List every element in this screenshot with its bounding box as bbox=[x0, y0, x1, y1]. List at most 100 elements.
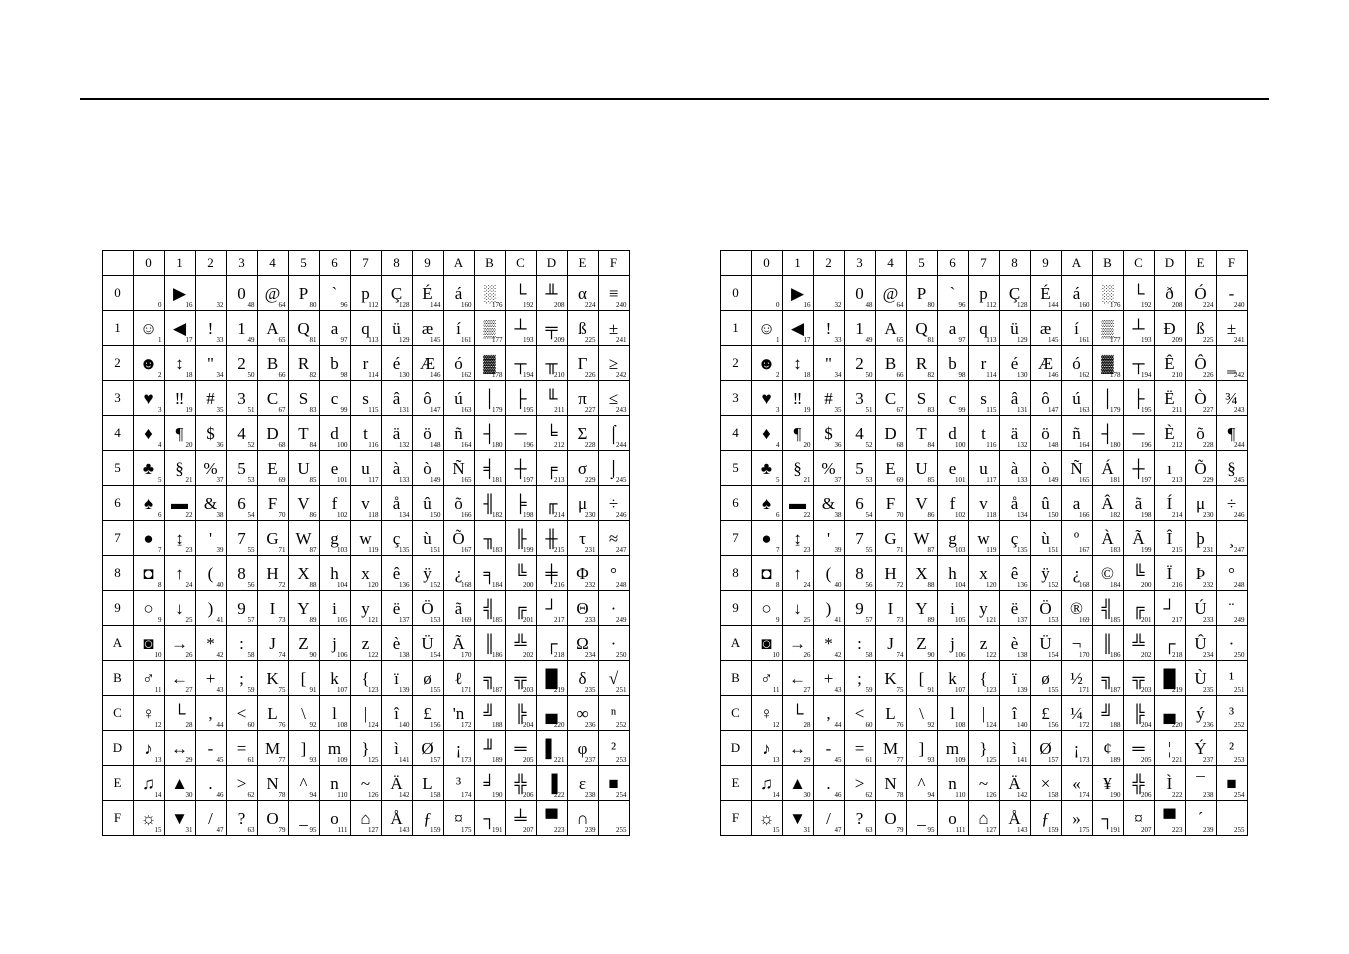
codepoint-cell: ¥190 bbox=[1092, 766, 1123, 801]
codepoint-cell: Æ146 bbox=[412, 346, 443, 381]
codepoint-cell: Ø157 bbox=[1030, 731, 1061, 766]
code-number: 140 bbox=[399, 722, 410, 729]
code-number: 179 bbox=[492, 407, 503, 414]
code-number: 8 bbox=[158, 582, 162, 589]
codepoint-cell: é130 bbox=[381, 346, 412, 381]
col-header: D bbox=[1154, 251, 1185, 276]
code-number: 149 bbox=[1048, 477, 1059, 484]
col-header: 8 bbox=[999, 251, 1030, 276]
codepoint-cell: X88 bbox=[288, 556, 319, 591]
codepoint-cell: o111 bbox=[937, 801, 968, 836]
codepoint-cell: Ü154 bbox=[412, 626, 443, 661]
codepoint-cell: 250 bbox=[226, 346, 257, 381]
code-number: 211 bbox=[554, 407, 564, 414]
code-number: 205 bbox=[523, 757, 534, 764]
codepoint-cell: █219 bbox=[1154, 661, 1185, 696]
codepoint-cell: ♥3 bbox=[133, 381, 164, 416]
codepoint-cell: y121 bbox=[968, 591, 999, 626]
codepoint-cell: ‗242 bbox=[1216, 346, 1247, 381]
codepoint-cell: ←27 bbox=[782, 661, 813, 696]
code-number: 138 bbox=[1017, 652, 1028, 659]
codepoint-cell: n110 bbox=[937, 766, 968, 801]
row-header: 1 bbox=[720, 311, 751, 346]
code-number: 252 bbox=[1234, 722, 1245, 729]
code-number: 180 bbox=[492, 442, 503, 449]
codepoint-cell: j106 bbox=[319, 626, 350, 661]
codepage-tables: 0123456789ABCDEF00▶1632048@64P80`96p112Ç… bbox=[0, 250, 1349, 836]
code-number: 44 bbox=[217, 722, 224, 729]
codepoint-cell: é130 bbox=[999, 346, 1030, 381]
code-number: 68 bbox=[279, 442, 286, 449]
codepoint-cell: A65 bbox=[875, 311, 906, 346]
codepoint-cell: ╔201 bbox=[505, 591, 536, 626]
codepoint-cell: ▬22 bbox=[164, 486, 195, 521]
code-number: 29 bbox=[186, 757, 193, 764]
code-number: 141 bbox=[399, 757, 410, 764]
code-number: 140 bbox=[1017, 722, 1028, 729]
code-number: 194 bbox=[1141, 372, 1152, 379]
codepoint-cell: 250 bbox=[844, 346, 875, 381]
code-number: 22 bbox=[804, 512, 811, 519]
codepoint-cell: Ç128 bbox=[381, 276, 412, 311]
code-number: 51 bbox=[866, 407, 873, 414]
code-number: 148 bbox=[430, 442, 441, 449]
code-number: 244 bbox=[1234, 442, 1245, 449]
codepoint-cell: ì141 bbox=[999, 731, 1030, 766]
code-number: 151 bbox=[1048, 547, 1059, 554]
code-number: 191 bbox=[492, 827, 503, 834]
code-number: 104 bbox=[955, 582, 966, 589]
code-number: 159 bbox=[1048, 827, 1059, 834]
code-number: 100 bbox=[337, 442, 348, 449]
code-number: 116 bbox=[986, 442, 996, 449]
row-header: 3 bbox=[720, 381, 751, 416]
codepoint-cell: å134 bbox=[999, 486, 1030, 521]
codepoint-cell: w119 bbox=[968, 521, 999, 556]
codepoint-cell: Ö153 bbox=[412, 591, 443, 626]
codepoint-cell: E69 bbox=[875, 451, 906, 486]
code-number: 10 bbox=[155, 652, 162, 659]
codepoint-cell: ≡240 bbox=[598, 276, 629, 311]
code-number: 46 bbox=[217, 792, 224, 799]
code-number: 176 bbox=[492, 302, 503, 309]
codepoint-cell: ▀223 bbox=[536, 801, 567, 836]
code-number: 33 bbox=[835, 337, 842, 344]
code-number: 143 bbox=[399, 827, 410, 834]
codepoint-cell: ├195 bbox=[505, 381, 536, 416]
code-number: 109 bbox=[337, 757, 348, 764]
codepoint-cell: ¢189 bbox=[1092, 731, 1123, 766]
code-number: 12 bbox=[773, 722, 780, 729]
code-number: 132 bbox=[399, 442, 410, 449]
code-number: 43 bbox=[835, 687, 842, 694]
code-number: 0 bbox=[776, 302, 780, 309]
code-number: 213 bbox=[554, 477, 565, 484]
code-number: 206 bbox=[523, 792, 534, 799]
codepoint-cell: ╫215 bbox=[536, 521, 567, 556]
code-number: 86 bbox=[928, 512, 935, 519]
codepoint-cell: ╝188 bbox=[474, 696, 505, 731]
code-number: 121 bbox=[986, 617, 997, 624]
codepoint-cell: 255 bbox=[1216, 801, 1247, 836]
codepoint-cell: N78 bbox=[257, 766, 288, 801]
code-number: 253 bbox=[616, 757, 627, 764]
code-number: 64 bbox=[279, 302, 286, 309]
code-number: 6 bbox=[158, 512, 162, 519]
codepoint-cell: 654 bbox=[226, 486, 257, 521]
codepoint-cell: x120 bbox=[350, 556, 381, 591]
codepoint-cell: ▄220 bbox=[1154, 696, 1185, 731]
code-number: 137 bbox=[1017, 617, 1028, 624]
code-number: 196 bbox=[523, 442, 534, 449]
code-number: 97 bbox=[341, 337, 348, 344]
codepoint-cell: c99 bbox=[937, 381, 968, 416]
code-number: 72 bbox=[279, 582, 286, 589]
codepoint-cell: Z90 bbox=[906, 626, 937, 661]
codepoint-cell: ?63 bbox=[844, 801, 875, 836]
code-number: 66 bbox=[897, 372, 904, 379]
codepoint-cell: *42 bbox=[813, 626, 844, 661]
code-number: 16 bbox=[804, 302, 811, 309]
code-number: 125 bbox=[368, 757, 379, 764]
codepoint-cell: ☻2 bbox=[751, 346, 782, 381]
code-number: 108 bbox=[955, 722, 966, 729]
codepoint-cell: l108 bbox=[319, 696, 350, 731]
code-number: 249 bbox=[1234, 617, 1245, 624]
code-number: 30 bbox=[186, 792, 193, 799]
